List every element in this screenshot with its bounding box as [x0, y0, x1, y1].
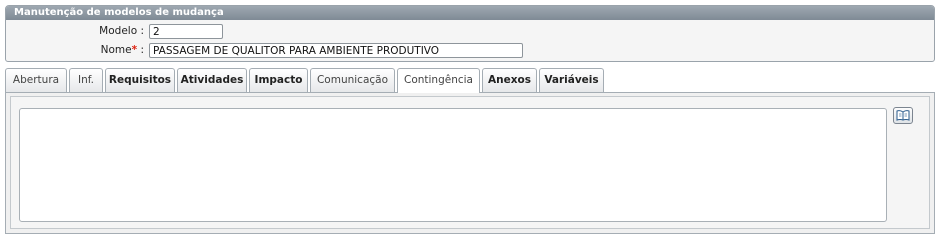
nome-field[interactable]: [149, 43, 523, 58]
tab-comunicacao[interactable]: Comunicação: [310, 68, 395, 92]
panel-title: Manutenção de modelos de mudança: [6, 6, 934, 20]
form-panel: Manutenção de modelos de mudança Modelo …: [5, 5, 935, 62]
tab-content: [5, 92, 935, 234]
content-inner: [10, 96, 930, 229]
nome-row: Nome* :: [6, 43, 934, 59]
tab-anexos[interactable]: Anexos: [482, 68, 537, 92]
tab-atividades[interactable]: Atividades: [177, 68, 247, 92]
modelo-label: Modelo :: [99, 25, 144, 37]
modelo-row: Modelo :: [6, 24, 934, 40]
tab-abertura[interactable]: Abertura: [5, 68, 67, 92]
book-icon: [896, 110, 910, 121]
tab-requisitos[interactable]: Requisitos: [105, 68, 175, 92]
tab-contingencia[interactable]: Contingência: [397, 68, 480, 93]
modelo-field[interactable]: [149, 24, 223, 39]
tab-inf[interactable]: Inf.: [69, 68, 103, 92]
tab-variaveis[interactable]: Variáveis: [539, 68, 604, 92]
book-button[interactable]: [893, 107, 913, 124]
tab-impacto[interactable]: Impacto: [249, 68, 308, 92]
contingency-textarea[interactable]: [19, 108, 887, 222]
nome-label: Nome* :: [100, 44, 144, 56]
